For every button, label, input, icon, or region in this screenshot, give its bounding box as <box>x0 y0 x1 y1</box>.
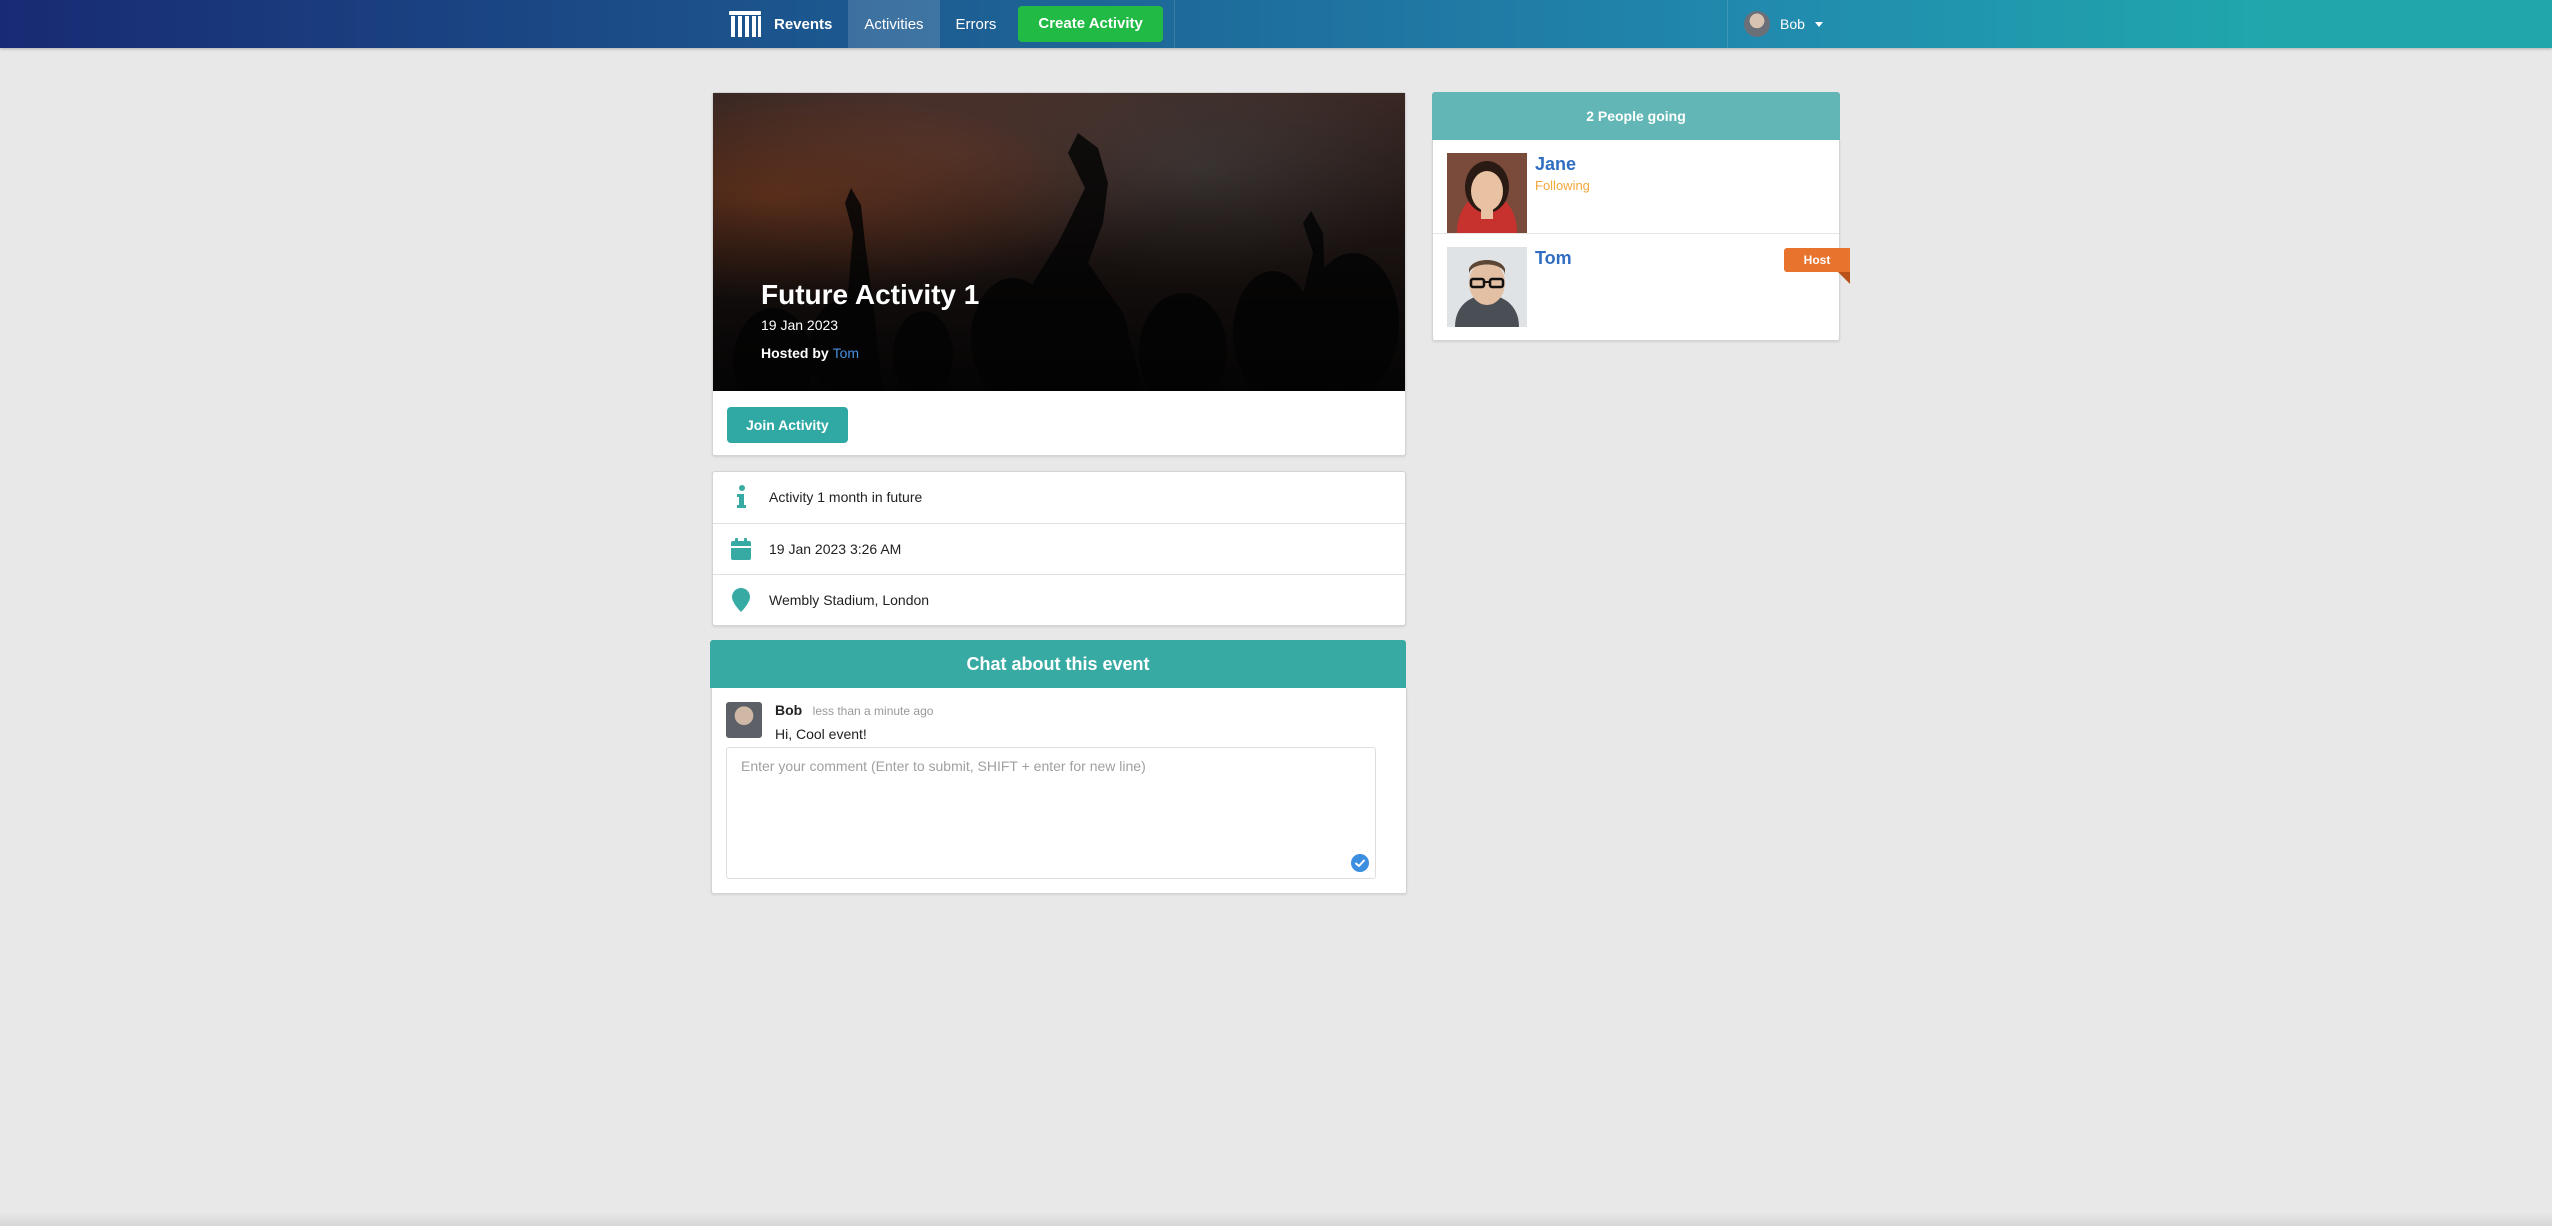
nav-item-activities[interactable]: Activities <box>848 0 940 48</box>
attendee-name[interactable]: Tom <box>1535 248 1572 269</box>
venue-row: Wembly Stadium, London <box>713 574 1405 625</box>
check-circle-icon <box>1351 854 1369 872</box>
chat-card: Bob less than a minute ago Hi, Cool even… <box>711 688 1407 894</box>
attendee-jane: Jane Following <box>1433 140 1839 233</box>
create-activity-button[interactable]: Create Activity <box>1018 6 1163 42</box>
hosted-by: Hosted by Tom <box>761 345 979 361</box>
join-activity-button[interactable]: Join Activity <box>727 407 848 443</box>
comment-item: Bob less than a minute ago Hi, Cool even… <box>726 702 933 742</box>
attendee-photo[interactable] <box>1447 153 1527 233</box>
caret-down-icon <box>1814 21 1823 27</box>
brand-name: Revents <box>774 15 833 33</box>
activity-title: Future Activity 1 <box>761 279 980 310</box>
attendee-name[interactable]: Jane <box>1535 154 1576 175</box>
chat-header: Chat about this event <box>710 640 1406 688</box>
activity-hero-image: Future Activity 1 19 Jan 2023 Hosted by … <box>713 93 1405 391</box>
description-row: Activity 1 month in future <box>713 472 1405 522</box>
user-name: Bob <box>1780 16 1805 32</box>
info-icon <box>713 485 769 509</box>
top-navbar: Revents Activities Errors Create Activit… <box>0 0 2552 48</box>
comment-text: Hi, Cool event! <box>775 726 867 742</box>
calendar-icon <box>713 538 769 560</box>
comment-author[interactable]: Bob <box>775 702 802 718</box>
create-activity-wrapper: Create Activity <box>1012 0 1175 48</box>
map-marker-icon <box>713 588 769 612</box>
following-status: Following <box>1535 178 1590 193</box>
user-menu[interactable]: Bob <box>1727 0 1839 48</box>
logo-icon <box>729 11 761 37</box>
hero-text-block: Future Activity 1 19 Jan 2023 Hosted by … <box>761 279 979 361</box>
brand-link[interactable]: Revents <box>712 0 848 48</box>
page-bottom-edge <box>0 1212 2552 1226</box>
comment-input[interactable] <box>727 748 1375 878</box>
activity-description: Activity 1 month in future <box>769 489 923 505</box>
datetime-row: 19 Jan 2023 3:26 AM <box>713 523 1405 574</box>
attendee-photo[interactable] <box>1447 247 1527 327</box>
activity-datetime: 19 Jan 2023 3:26 AM <box>769 541 902 557</box>
comment-time: less than a minute ago <box>812 704 934 718</box>
join-area: Join Activity <box>713 391 1405 455</box>
hosted-by-label: Hosted by <box>761 345 829 361</box>
activity-date: 19 Jan 2023 <box>761 317 839 333</box>
attendees-header: 2 People going <box>1432 92 1840 140</box>
activity-info-card: Activity 1 month in future 19 Jan 2023 3… <box>712 471 1406 626</box>
comment-avatar[interactable] <box>726 702 762 738</box>
user-avatar <box>1744 11 1770 37</box>
host-link[interactable]: Tom <box>833 345 859 361</box>
comment-input-box <box>726 747 1376 879</box>
activity-venue: Wembly Stadium, London <box>769 592 930 608</box>
attendees-card: Jane Following Tom <box>1432 140 1840 341</box>
activity-header-card: Future Activity 1 19 Jan 2023 Hosted by … <box>712 92 1406 456</box>
host-ribbon-label: Host <box>1784 248 1850 284</box>
attendee-tom: Tom <box>1433 233 1839 327</box>
nav-item-errors[interactable]: Errors <box>940 0 1013 48</box>
